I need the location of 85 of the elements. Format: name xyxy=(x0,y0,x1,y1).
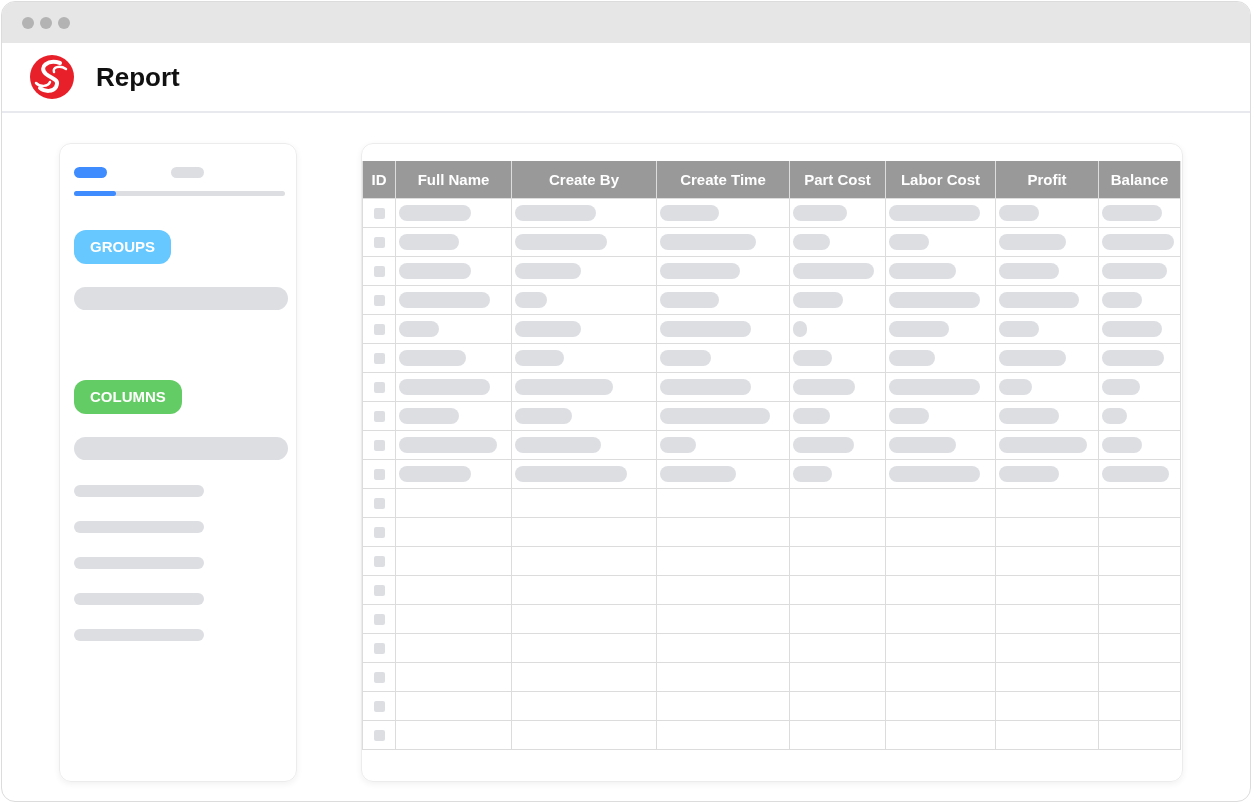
row-marker xyxy=(373,236,385,248)
placeholder-bar xyxy=(660,436,696,453)
row-marker xyxy=(373,323,385,335)
placeholder-bar xyxy=(399,349,466,366)
placeholder-bar xyxy=(793,465,832,482)
row-marker xyxy=(373,700,385,712)
row-marker xyxy=(373,584,385,596)
placeholder-bar xyxy=(999,204,1039,221)
placeholder-bar xyxy=(793,204,847,221)
section-label: GROUPS xyxy=(74,230,171,264)
tab[interactable] xyxy=(171,167,204,178)
placeholder-bar xyxy=(999,378,1032,395)
placeholder-bar xyxy=(999,262,1059,279)
placeholder-bar xyxy=(660,349,711,366)
placeholder-bar xyxy=(793,320,807,337)
column-header: Labor Cost xyxy=(885,161,996,198)
placeholder-bar xyxy=(1102,291,1142,308)
row-marker xyxy=(373,352,385,364)
row-marker xyxy=(373,381,385,393)
placeholder-bar xyxy=(399,320,439,337)
window-dot[interactable] xyxy=(40,16,52,29)
placeholder-bar xyxy=(1102,233,1174,250)
placeholder-bar xyxy=(1102,204,1162,221)
row-marker xyxy=(373,671,385,683)
placeholder-bar xyxy=(515,320,581,337)
row-marker xyxy=(373,729,385,741)
placeholder-bar xyxy=(515,349,564,366)
placeholder-bar xyxy=(660,204,719,221)
row-marker xyxy=(373,642,385,654)
row-marker xyxy=(373,294,385,306)
placeholder-bar xyxy=(889,320,949,337)
column-header: Part Cost xyxy=(789,161,886,198)
placeholder-bar xyxy=(399,407,459,424)
row-marker xyxy=(373,207,385,219)
placeholder-bar xyxy=(1102,465,1169,482)
row-marker xyxy=(373,613,385,625)
placeholder-bar xyxy=(1102,436,1142,453)
placeholder-bar xyxy=(399,465,471,482)
column-header: Balance xyxy=(1098,161,1181,198)
placeholder-bar xyxy=(515,291,547,308)
window-dot[interactable] xyxy=(58,16,70,29)
column-header: ID xyxy=(362,161,396,198)
placeholder-bar xyxy=(889,349,935,366)
placeholder-bar xyxy=(793,378,855,395)
placeholder-bar xyxy=(515,262,581,279)
placeholder-bar xyxy=(999,233,1066,250)
placeholder-bar xyxy=(1102,407,1127,424)
column-header: Full Name xyxy=(395,161,512,198)
placeholder-bar xyxy=(1102,378,1140,395)
placeholder-bar xyxy=(999,465,1059,482)
window-dot[interactable] xyxy=(22,16,34,29)
placeholder-bar xyxy=(889,233,929,250)
placeholder-bar xyxy=(515,407,572,424)
placeholder-bar xyxy=(793,349,832,366)
column-header: Profit xyxy=(995,161,1099,198)
row-marker xyxy=(373,468,385,480)
row-marker xyxy=(373,265,385,277)
placeholder-bar xyxy=(999,349,1066,366)
placeholder-bar xyxy=(889,262,956,279)
placeholder-bar xyxy=(399,262,471,279)
row-marker xyxy=(373,497,385,509)
placeholder-bar xyxy=(1102,262,1167,279)
placeholder-bar xyxy=(399,233,459,250)
placeholder-bar xyxy=(793,291,843,308)
row-marker xyxy=(373,439,385,451)
column-header: Create By xyxy=(511,161,657,198)
placeholder-bar xyxy=(793,407,830,424)
row-marker xyxy=(373,526,385,538)
placeholder-bar xyxy=(889,436,956,453)
section-label: COLUMNS xyxy=(74,380,182,414)
row-marker xyxy=(373,410,385,422)
placeholder-bar xyxy=(793,233,830,250)
placeholder-bar xyxy=(999,320,1039,337)
tab[interactable] xyxy=(74,167,107,178)
placeholder-bar xyxy=(399,204,471,221)
placeholder-bar xyxy=(660,291,719,308)
row-marker xyxy=(373,555,385,567)
placeholder-bar xyxy=(999,407,1059,424)
logo-icon xyxy=(30,55,74,99)
column-header: Create Time xyxy=(656,161,790,198)
placeholder-bar xyxy=(793,436,854,453)
placeholder-bar xyxy=(1102,349,1164,366)
app-title: Report xyxy=(96,61,180,93)
placeholder-bar xyxy=(889,407,929,424)
placeholder-bar xyxy=(1102,320,1162,337)
